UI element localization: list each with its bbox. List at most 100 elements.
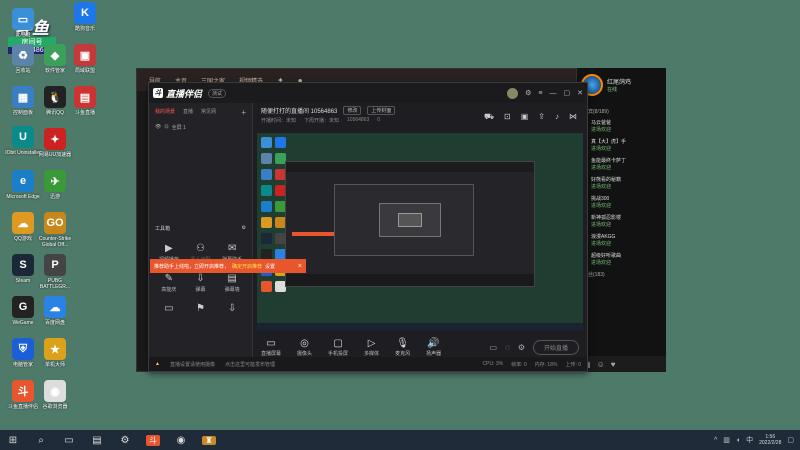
live-companion-app: 斗 直播伴侣 测试 ⚙ ≡ — ▢ ✕ 我的场景 直播 常见网 + 👁 ⊡ 全屏… [148, 82, 588, 372]
like-icon[interactable]: ♥ [611, 360, 616, 369]
status-text[interactable]: 点击这里可能发布管理 [225, 361, 275, 368]
source-label: 摄像头 [297, 350, 313, 357]
tab-live[interactable]: 直播 [183, 108, 193, 117]
tray-expand-icon[interactable]: ^ [714, 437, 717, 444]
version-badge[interactable]: 测试 [208, 88, 227, 98]
scene-item[interactable]: 👁 ⊡ 全屏 1 [149, 122, 252, 133]
tool-item[interactable]: ▤ 弹幕墙 [216, 273, 248, 293]
tab-common[interactable]: 常见网 [201, 108, 216, 117]
chat-row[interactable]: 超级好听歌曲 进场欢迎 [583, 252, 660, 266]
user-avatar[interactable] [507, 87, 519, 99]
source-label: 扬声器 [426, 350, 442, 357]
app-icon: GO [44, 212, 66, 234]
douyu-app-icon[interactable]: 斗 [146, 434, 160, 446]
desktop-icon[interactable]: ✈ 迅游 [36, 170, 74, 200]
source-button[interactable]: 🔊 扬声器 [426, 338, 441, 357]
chat-user: 好熊看的秘籍 [583, 176, 660, 183]
chat-row[interactable]: 浪漫AKGG 进场欢迎 [583, 233, 660, 247]
source-button[interactable]: ▷ 多媒体 [364, 338, 379, 357]
chat-row[interactable]: 真【大】虎】手 进场欢迎 [583, 138, 660, 152]
lock-icon[interactable]: ⊡ [504, 112, 511, 122]
tool-item[interactable]: ⚑ [185, 303, 217, 316]
tool-item[interactable]: ▭ [153, 303, 185, 316]
network-icon[interactable]: ▥ [723, 436, 730, 444]
maximize-icon[interactable]: ▢ [564, 89, 571, 97]
chrome-icon[interactable]: ◉ [174, 435, 188, 446]
close-icon[interactable]: ✕ [577, 89, 583, 97]
notice-suffix[interactable]: 设置 [265, 263, 275, 270]
task-view-icon[interactable]: ▭ [62, 435, 76, 446]
minimize-icon[interactable]: — [550, 90, 557, 97]
tool-icon: ⇩ [196, 273, 205, 284]
source-button[interactable]: ◎ 摄像头 [297, 338, 312, 357]
desktop-icon[interactable]: ✦ 网易UU加速器 [36, 128, 74, 158]
desktop-icon[interactable]: ▭ 此电脑 [4, 8, 42, 38]
app-icon: ▭ [12, 8, 34, 30]
volume-icon[interactable]: ◖ [736, 437, 740, 444]
upload-cover-button[interactable]: 上传封面 [367, 106, 396, 115]
edit-title-button[interactable]: 修改 [343, 106, 362, 115]
lock-icon[interactable]: ⊡ [164, 124, 168, 131]
settings-icon[interactable]: ⚙ [518, 343, 525, 352]
tool-item[interactable]: ⇩ [216, 303, 248, 316]
app-icon: ⛨ [12, 338, 34, 360]
desktop-icon[interactable]: ▣ 局域联盟 [66, 44, 104, 74]
menu-icon[interactable]: ≡ [538, 90, 542, 97]
share-icon[interactable]: ⋈ [569, 112, 577, 122]
desktop-icon[interactable]: ★ 单机大师 [36, 338, 74, 368]
desktop-icon[interactable]: P PUBG BATTLEGR... [36, 254, 74, 290]
cart-icon[interactable]: ⛟ [484, 112, 494, 122]
chat-row[interactable]: 新神孤忍影楼 进场欢迎 [583, 214, 660, 228]
close-icon[interactable]: × [298, 263, 302, 270]
source-button[interactable]: ▢ 手机投屏 [328, 338, 348, 357]
desktop-icon[interactable]: GO Counter-Strike Global Off... [36, 212, 74, 248]
chat-row[interactable]: 挑战300 进场欢迎 [583, 195, 660, 209]
search-icon[interactable]: ⌕ [34, 435, 48, 446]
source-button[interactable]: ▭ 直播屏幕 [261, 338, 281, 357]
source-button[interactable]: 🎙 麦克风 [395, 338, 410, 357]
upload-icon[interactable]: ⇪ [538, 112, 545, 122]
clock[interactable]: 1:56 2022/2/28 [759, 434, 781, 446]
go-live-button[interactable]: 开始直播 [532, 339, 579, 355]
warning-icon: ▲ [155, 361, 160, 367]
app-icon: 🐧 [44, 86, 66, 108]
desktop-icon[interactable]: ◉ 谷歌浏览器 [36, 380, 74, 410]
recommend-notice[interactable]: 推荐助手上线啦，立即开启推荐， 确定开启推荐 设置 × [150, 259, 306, 273]
settings-icon[interactable]: ⚙ [525, 89, 531, 97]
tool-label: 高能庆 [161, 287, 177, 293]
eye-icon[interactable]: 👁 [155, 124, 161, 131]
chat-row[interactable]: 好熊看的秘籍 进场欢迎 [583, 176, 660, 190]
tools-grid: ▶视频播放⚇素人速配✉弹幕助手✎高能庆⇩弹幕▤弹幕墙▭⚑⇩ [153, 243, 248, 316]
app-icon: K [74, 2, 96, 24]
app-title: 直播伴侣 [166, 88, 203, 99]
header-tools: ⛟ ⊡ ▣ ⇪ ♪ ⋈ [484, 112, 577, 122]
bell-icon[interactable]: ♪ [555, 112, 559, 122]
ime-indicator[interactable]: 中 [746, 435, 753, 445]
game-app-icon[interactable]: ♜ [202, 435, 216, 445]
chat-status: 进场欢迎 [591, 127, 612, 133]
desktop-icon-label: 此电脑 [15, 32, 31, 38]
status-metric: 帧率: 0 [511, 361, 527, 368]
controls-right: ▭ ◌ ⚙ 开始直播 [489, 339, 579, 355]
windows-start-icon[interactable]: ⊞ [6, 435, 20, 446]
camera-toggle-icon[interactable]: ◌ [505, 343, 510, 352]
desktop-icon[interactable]: ☁ 百度网盘 [36, 296, 74, 326]
desktop-icon[interactable]: K 酷狗音乐 [66, 2, 104, 32]
desktop-icon[interactable]: ▤ 斗鱼直播 [66, 86, 104, 116]
emoji-icon[interactable]: ☺ [597, 360, 605, 369]
chat-row[interactable]: 鱼能最终卡萨丁 进场欢迎 [583, 157, 660, 171]
record-icon[interactable]: ▭ [489, 343, 497, 352]
add-scene-icon[interactable]: + [241, 108, 246, 117]
streamer-status: 在线 [607, 87, 618, 93]
notice-highlight[interactable]: 确定开启推荐 [232, 263, 262, 270]
file-explorer-icon[interactable]: ▤ [90, 435, 104, 446]
tool-item[interactable]: ⇩ 弹幕 [185, 273, 217, 293]
chat-row[interactable]: 马云爸爸 进场欢迎 [583, 119, 660, 133]
stream-preview[interactable] [257, 133, 583, 331]
box-icon[interactable]: ▣ [521, 112, 529, 122]
settings-icon[interactable]: ⚙ [118, 435, 132, 446]
tab-my-scenes[interactable]: 我的场景 [155, 108, 175, 117]
notification-icon[interactable]: ▢ [787, 436, 794, 444]
tool-item[interactable]: ✎ 高能庆 [153, 273, 185, 293]
tools-settings-icon[interactable]: ⚙ [242, 225, 246, 232]
